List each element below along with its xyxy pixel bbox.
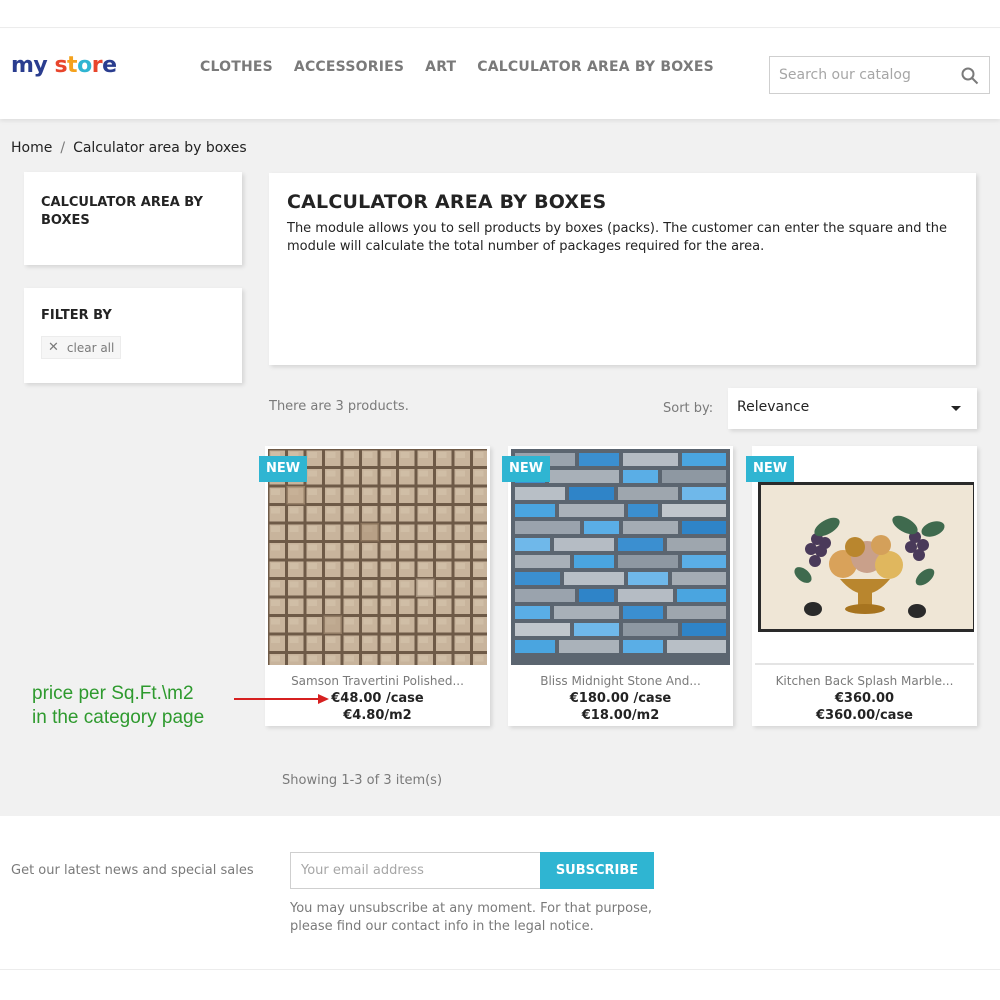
sort-label: Sort by: <box>663 401 714 416</box>
new-badge: NEW <box>746 456 795 482</box>
main-nav: CLOTHES ACCESSORIES ART CALCULATOR AREA … <box>200 59 735 75</box>
close-icon: ✕ <box>48 340 59 355</box>
nav-accessories[interactable]: ACCESSORIES <box>294 59 404 75</box>
product-unit-price: €360.00/case <box>816 708 913 723</box>
breadcrumb-current[interactable]: Calculator area by boxes <box>73 140 247 156</box>
content-wrapper: Home / Calculator area by boxes CALCULATOR… <box>0 119 1000 816</box>
store-logo[interactable]: my store <box>11 53 117 78</box>
pagination-summary: Showing 1-3 of 3 item(s) <box>282 773 443 788</box>
filter-title: FILTER BY <box>41 308 112 323</box>
product-count: There are 3 products. <box>269 399 409 414</box>
divider <box>0 969 1000 970</box>
annotation-note: price per Sq.Ft.\m2 in the category page <box>32 682 204 730</box>
product-card[interactable]: NEW Bliss Midnight Stone And... €180.00 … <box>502 446 733 726</box>
arrow-right-icon <box>234 694 329 704</box>
product-price: €180.00 /case <box>569 691 672 706</box>
sidebar-category-title[interactable]: CALCULATOR AREA BY BOXES <box>41 194 221 230</box>
new-badge: NEW <box>502 456 551 482</box>
nav-art[interactable]: ART <box>425 59 456 75</box>
email-field[interactable] <box>291 853 540 888</box>
category-description: The module allows you to sell products b… <box>287 221 947 254</box>
product-name[interactable]: Bliss Midnight Stone And... <box>508 674 733 688</box>
newsletter-footer: Get our latest news and special sales SU… <box>0 816 1000 1000</box>
product-unit-price: €4.80/m2 <box>343 708 412 723</box>
category-title: CALCULATOR AREA BY BOXES <box>287 191 607 213</box>
breadcrumb: Home / Calculator area by boxes <box>11 140 247 156</box>
logo-word-my: my <box>11 53 48 78</box>
sort-select[interactable]: Relevance <box>728 388 977 429</box>
unsubscribe-note: You may unsubscribe at any moment. For t… <box>290 901 653 934</box>
logo-word-store: store <box>54 53 117 78</box>
product-name[interactable]: Kitchen Back Splash Marble... <box>752 674 977 688</box>
category-header-block: CALCULATOR AREA BY BOXES The module allo… <box>269 173 976 365</box>
breadcrumb-home[interactable]: Home <box>11 140 52 156</box>
search-input[interactable] <box>770 57 950 93</box>
annotation-line-2: in the category page <box>32 707 205 728</box>
email-field-wrapper <box>290 852 541 889</box>
clear-all-button[interactable]: ✕ clear all <box>41 336 122 359</box>
new-badge: NEW <box>259 456 308 482</box>
breadcrumb-separator: / <box>60 140 66 156</box>
subscribe-button[interactable]: SUBSCRIBE <box>540 852 654 889</box>
nav-clothes[interactable]: CLOTHES <box>200 59 273 75</box>
nav-calculator-area-by-boxes[interactable]: CALCULATOR AREA BY BOXES <box>477 59 714 75</box>
chevron-down-icon <box>951 406 961 411</box>
top-strip <box>0 0 1000 28</box>
clear-all-label: clear all <box>66 340 115 355</box>
search-icon[interactable] <box>961 67 979 85</box>
product-unit-price: €18.00/m2 <box>581 708 660 723</box>
sidebar-category-block: CALCULATOR AREA BY BOXES <box>24 172 242 265</box>
sort-selected-value: Relevance <box>737 399 810 415</box>
site-header: my store CLOTHES ACCESSORIES ART CALCULA… <box>0 29 1000 119</box>
product-card[interactable]: NEW Kitchen Back Splash Marble... €360.0… <box>746 446 977 726</box>
newsletter-label: Get our latest news and special sales <box>11 863 254 878</box>
product-price: €360.00 <box>834 691 895 706</box>
product-name[interactable]: Samson Travertini Polished... <box>265 674 490 688</box>
product-card[interactable]: NEW Samson Travertini Polished... €48.00… <box>259 446 490 726</box>
search-box <box>769 56 990 94</box>
annotation-line-1: price per Sq.Ft.\m2 <box>32 683 194 704</box>
